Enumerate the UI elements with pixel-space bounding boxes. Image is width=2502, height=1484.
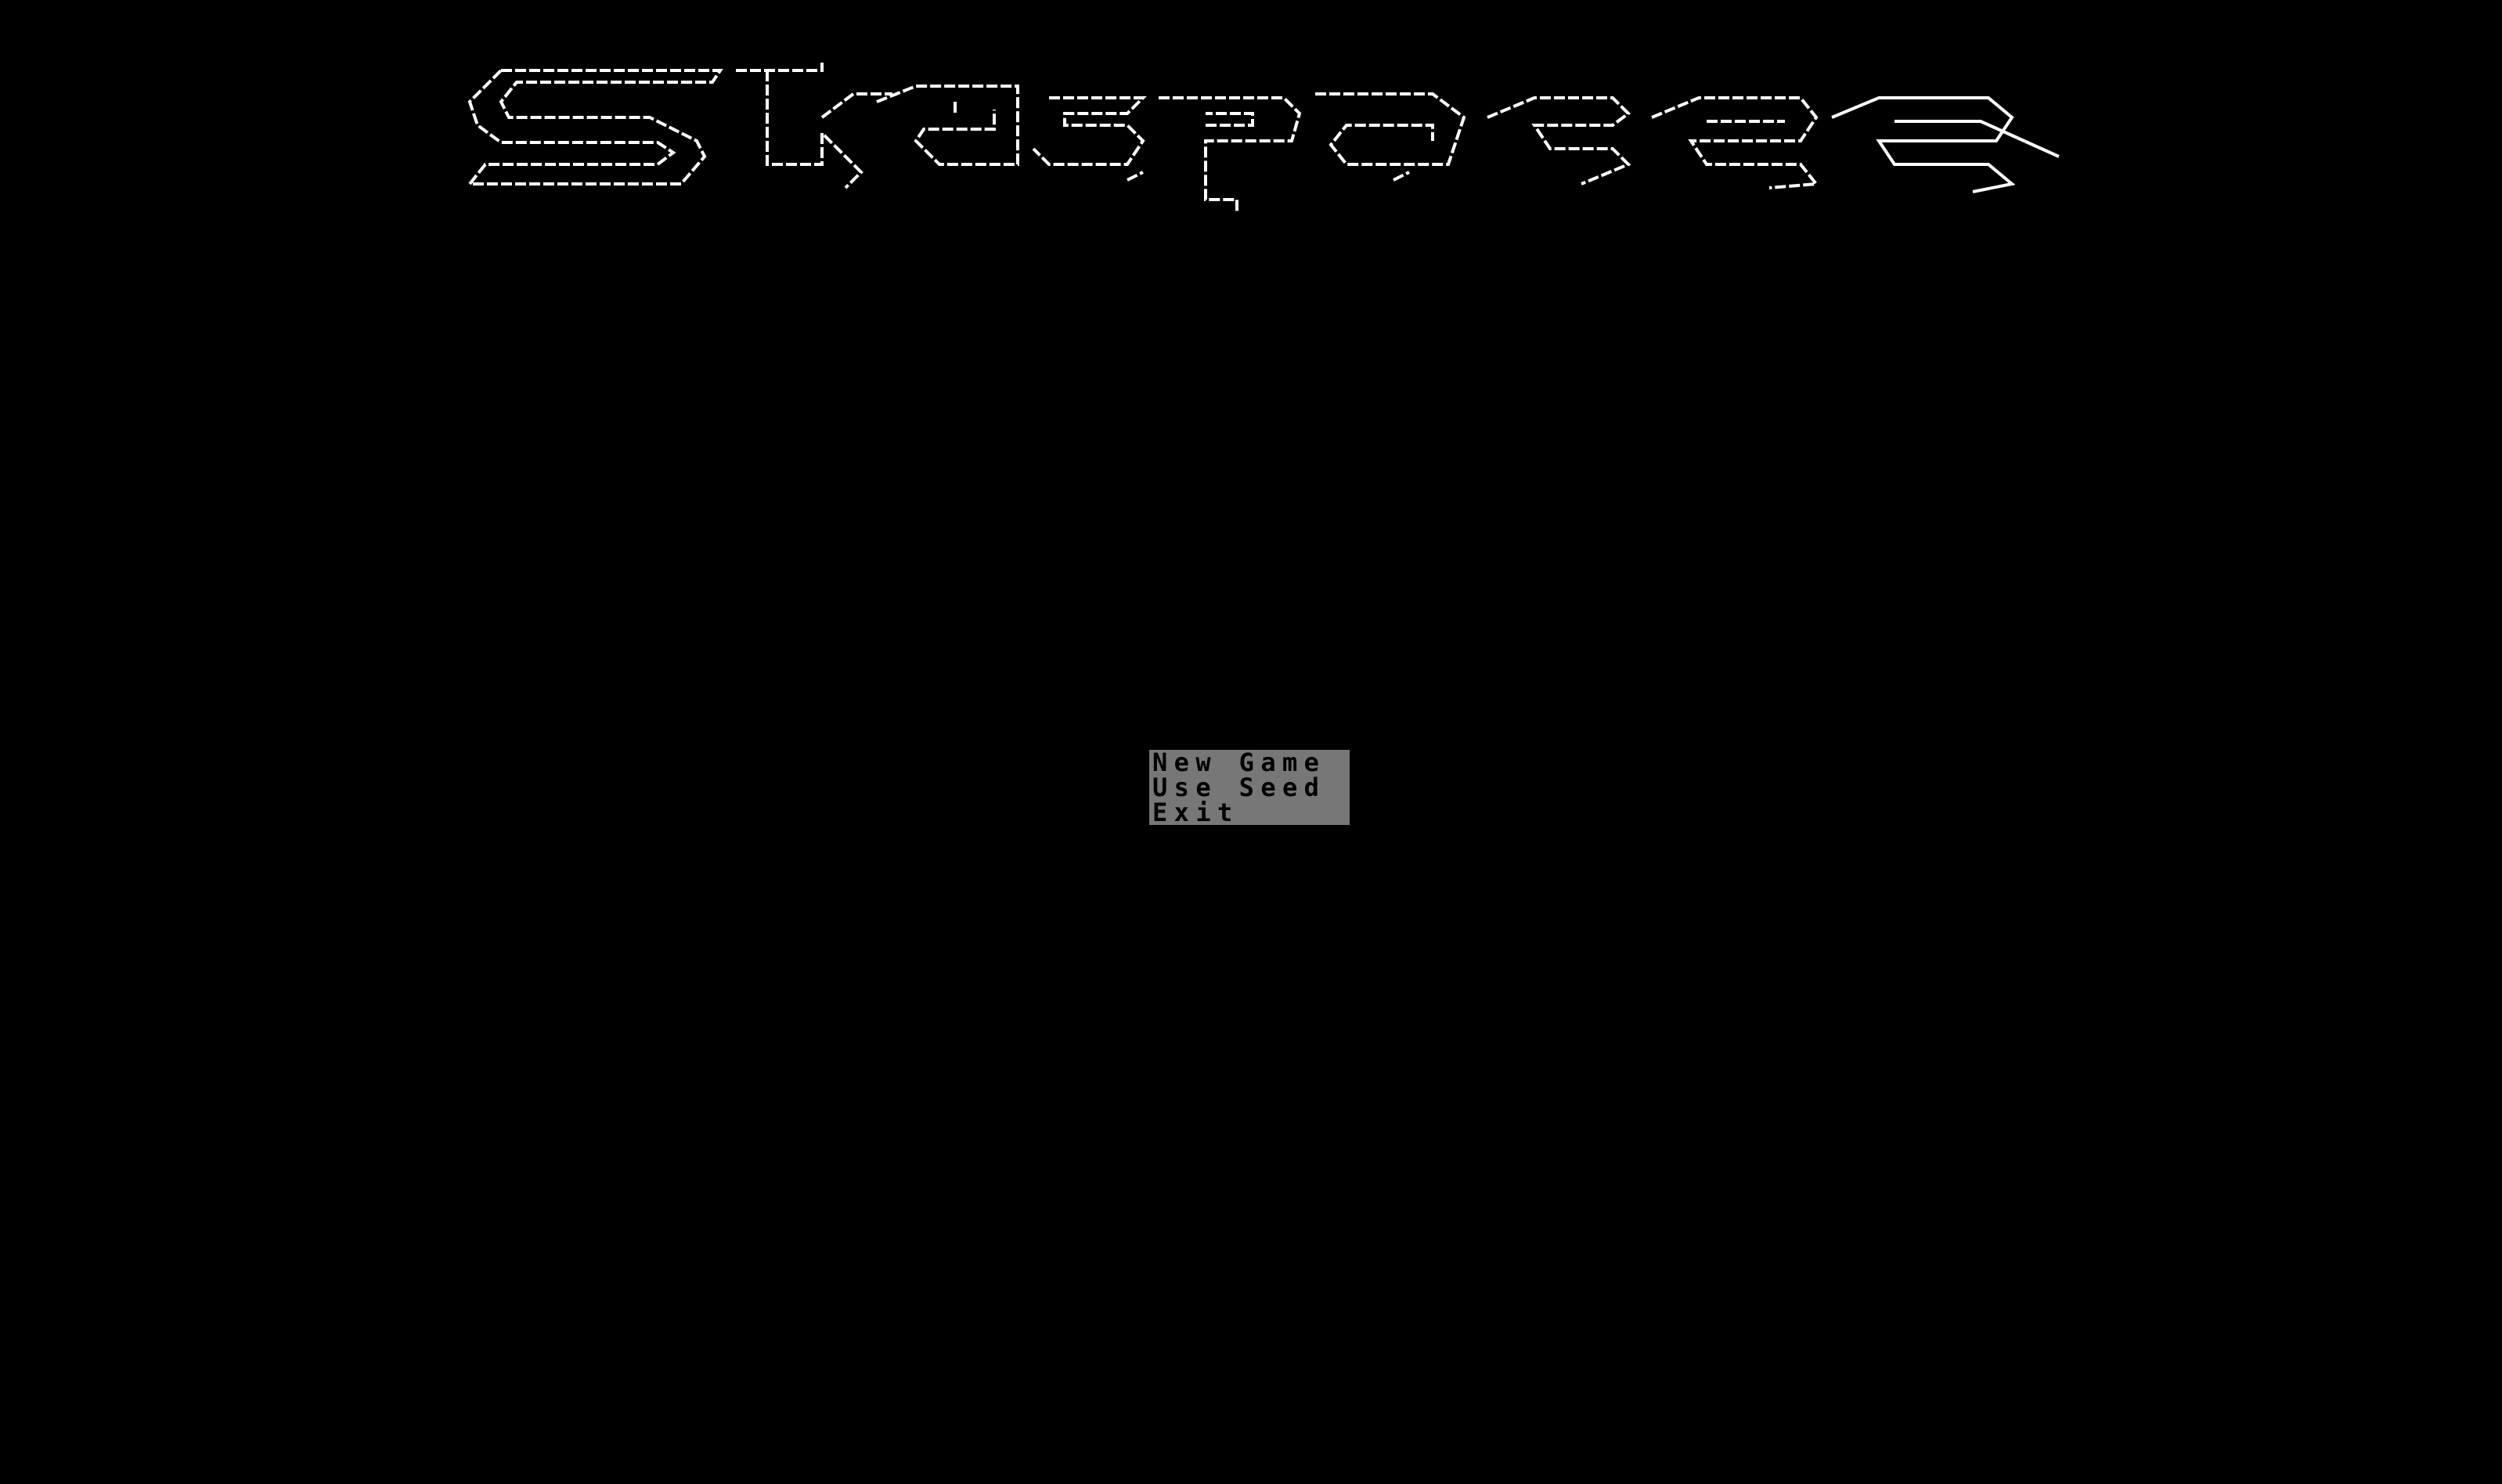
menu-item-exit[interactable]: Exit: [1149, 800, 1350, 825]
main-menu: New Game Use Seed Exit: [1149, 750, 1350, 825]
menu-item-use-seed[interactable]: Use Seed: [1149, 775, 1350, 800]
menu-item-new-game[interactable]: New Game: [1149, 750, 1350, 775]
game-screen: New Game Use Seed Exit: [0, 0, 2502, 1484]
game-title-logo: [466, 63, 2060, 211]
